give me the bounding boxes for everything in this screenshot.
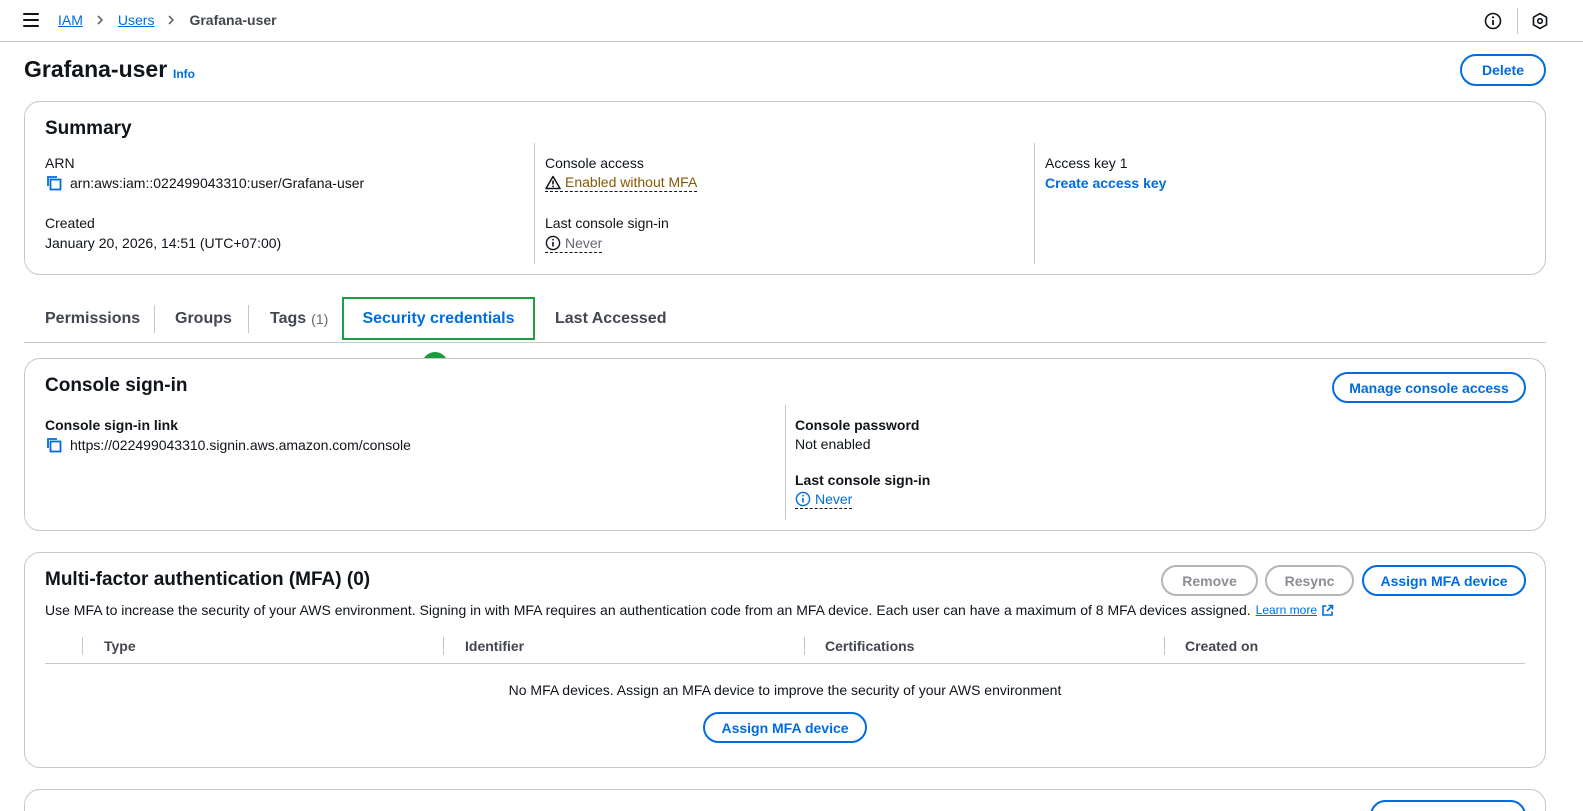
manage-console-access-button[interactable]: Manage console access xyxy=(1332,372,1526,403)
summary-title: Summary xyxy=(45,118,132,139)
access-key-label: Access key 1 xyxy=(1045,155,1128,171)
column-separator xyxy=(82,637,83,655)
chevron-right-icon xyxy=(166,15,176,25)
settings-hexagon-icon[interactable] xyxy=(1531,12,1549,30)
top-navigation-bar: IAM Users Grafana-user xyxy=(0,0,1583,42)
tab-tags-label: Tags xyxy=(270,309,307,327)
assign-mfa-device-button[interactable]: Assign MFA device xyxy=(1362,565,1526,596)
console-signin-title: Console sign-in xyxy=(45,375,188,396)
arn-label: ARN xyxy=(45,155,75,171)
last-signin-status-text: Never xyxy=(565,235,603,251)
created-label: Created xyxy=(45,215,95,231)
last-signin-label: Last console sign-in xyxy=(545,215,669,231)
chevron-right-icon xyxy=(95,15,105,25)
info-circle-icon xyxy=(795,491,811,507)
breadcrumb-users[interactable]: Users xyxy=(118,12,155,28)
tab-separator xyxy=(248,305,249,333)
console-signin-link-label: Console sign-in link xyxy=(45,417,179,433)
column-separator xyxy=(443,637,444,655)
learn-more-text: Learn more xyxy=(1255,603,1318,617)
assign-mfa-device-empty-button[interactable]: Assign MFA device xyxy=(703,712,867,743)
tab-bar: Permissions Groups Tags (1) Security cre… xyxy=(24,297,1546,343)
column-header-created-on[interactable]: Created on xyxy=(1185,638,1258,654)
info-circle-icon[interactable] xyxy=(1484,12,1502,30)
page-title: Grafana-user xyxy=(24,56,168,82)
console-signin-divider xyxy=(785,405,786,520)
access-keys-card xyxy=(24,789,1546,811)
info-link[interactable]: Info xyxy=(173,67,195,81)
console-password-value: Not enabled xyxy=(795,436,871,452)
learn-more-link[interactable]: Learn more xyxy=(1256,603,1334,617)
info-circle-icon xyxy=(545,235,561,251)
console-password-label: Console password xyxy=(795,417,920,433)
copy-icon[interactable] xyxy=(45,174,63,192)
external-link-icon xyxy=(1322,604,1334,616)
column-header-certifications[interactable]: Certifications xyxy=(825,638,914,654)
breadcrumb-iam[interactable]: IAM xyxy=(58,12,83,28)
summary-divider xyxy=(1034,143,1035,264)
table-header-divider xyxy=(45,663,1525,664)
tab-last-accessed[interactable]: Last Accessed xyxy=(555,297,666,340)
arn-value-row: arn:aws:iam::022499043310:user/Grafana-u… xyxy=(45,174,364,192)
mfa-description: Use MFA to increase the security of your… xyxy=(45,602,1334,618)
breadcrumb-current: Grafana-user xyxy=(189,12,277,28)
remove-mfa-button[interactable]: Remove xyxy=(1161,565,1258,596)
resync-mfa-button[interactable]: Resync xyxy=(1265,565,1354,596)
column-separator xyxy=(1164,637,1165,655)
tab-tags[interactable]: Tags (1) xyxy=(270,297,328,340)
column-header-type[interactable]: Type xyxy=(104,638,136,654)
column-separator xyxy=(804,637,805,655)
copy-icon[interactable] xyxy=(45,436,63,454)
mfa-title: Multi-factor authentication (MFA) (0) xyxy=(45,569,371,590)
create-access-key-link[interactable]: Create access key xyxy=(1045,175,1166,191)
tab-permissions[interactable]: Permissions xyxy=(45,297,140,340)
arn-value: arn:aws:iam::022499043310:user/Grafana-u… xyxy=(70,175,365,191)
console-access-value-row: Enabled without MFA xyxy=(545,174,698,192)
console-last-signin-status[interactable]: Never xyxy=(795,491,853,509)
console-last-signin-status-text: Never xyxy=(815,491,853,507)
tab-groups[interactable]: Groups xyxy=(175,297,232,340)
mfa-empty-state-text: No MFA devices. Assign an MFA device to … xyxy=(508,682,1062,698)
created-value: January 20, 2026, 14:51 (UTC+07:00) xyxy=(45,235,282,251)
delete-button[interactable]: Delete xyxy=(1460,54,1546,86)
console-signin-link-value: https://022499043310.signin.aws.amazon.c… xyxy=(70,437,411,453)
last-signin-status[interactable]: Never xyxy=(545,235,603,253)
menu-icon[interactable] xyxy=(23,13,39,27)
console-access-status[interactable]: Enabled without MFA xyxy=(545,174,698,192)
tab-tags-count: (1) xyxy=(311,310,329,327)
column-header-identifier[interactable]: Identifier xyxy=(465,638,524,654)
summary-divider xyxy=(534,143,535,264)
console-access-label: Console access xyxy=(545,155,644,171)
toolbar-divider xyxy=(1517,8,1518,34)
warning-icon xyxy=(545,175,561,189)
next-card-action-button[interactable] xyxy=(1370,800,1526,811)
console-last-signin-row: Never xyxy=(795,491,853,509)
last-signin-value-row: Never xyxy=(545,235,603,253)
mfa-description-text: Use MFA to increase the security of your… xyxy=(45,602,1251,618)
console-last-signin-label: Last console sign-in xyxy=(795,472,931,488)
console-signin-link-row: https://022499043310.signin.aws.amazon.c… xyxy=(45,436,411,454)
tab-security-credentials[interactable]: Security credentials xyxy=(342,297,535,340)
tab-separator xyxy=(154,305,155,333)
console-access-status-text: Enabled without MFA xyxy=(565,174,698,190)
breadcrumb: IAM Users Grafana-user xyxy=(58,12,277,28)
